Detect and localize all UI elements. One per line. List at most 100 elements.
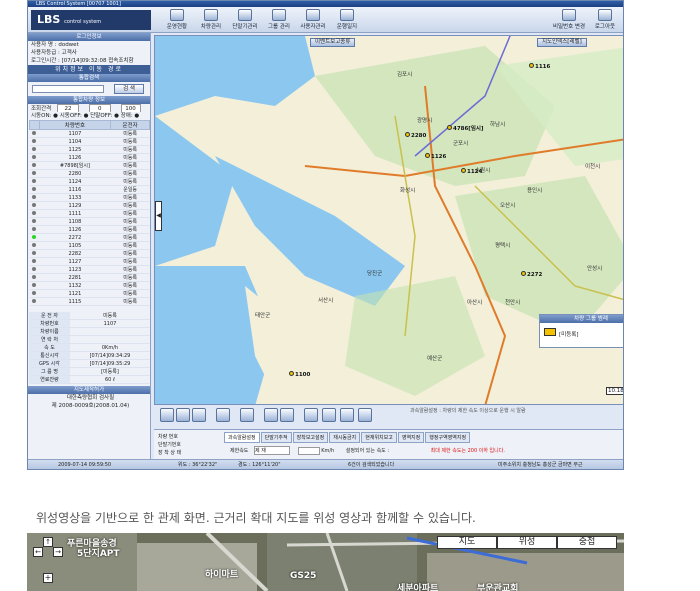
status-dot-icon (32, 298, 37, 303)
change-password-button[interactable]: 비밀번호 변경 (552, 9, 586, 31)
table-row[interactable]: 1116 운일등 (29, 185, 150, 194)
info-value: 60 ℓ (69, 375, 150, 384)
table-row[interactable]: 1127 미등록 (29, 257, 150, 266)
map-index-dropdown[interactable]: 지도인덱스[레벨] (537, 38, 587, 47)
table-row[interactable]: 1123 미등록 (29, 265, 150, 274)
zoom-out-icon[interactable] (176, 408, 190, 422)
search-input[interactable] (32, 85, 104, 93)
target-icon[interactable] (240, 408, 254, 422)
tool-drive-log[interactable]: 운행일지 (330, 9, 364, 31)
collapse-left-panel-button[interactable]: ◀ (155, 201, 162, 231)
speed-tab[interactable]: 행정구역영역지정 (425, 432, 471, 443)
table-row[interactable]: #7898[임시] 미등록 (29, 161, 150, 170)
table-row[interactable]: 2282 미등록 (29, 249, 150, 258)
vehicle-marker[interactable]: 1116 (529, 63, 550, 70)
speed-tab[interactable]: 과속알람설정 (224, 432, 260, 443)
pan-up-icon[interactable]: ↑ (43, 537, 53, 547)
screen-icon[interactable] (322, 408, 336, 422)
info-value (69, 335, 150, 344)
vehicle-marker[interactable]: 2272 (521, 271, 542, 278)
pan-left-icon[interactable]: ← (33, 547, 43, 557)
speed-tab[interactable]: 영역지정 (397, 432, 425, 443)
lbs-app-window: LBS Control System [00707 1001] LBS cont… (27, 0, 624, 470)
table-row[interactable]: 1126 미등록 (29, 153, 150, 162)
table-row[interactable]: 1133 미등록 (29, 193, 150, 202)
tool-user-management[interactable]: 사용자관리 (296, 9, 330, 31)
speed-tab[interactable]: 현재위치보고 (361, 432, 397, 443)
speed-settings-panel: 차량 번호 단말기번호 장 착 상 태 과속알람설정 단말기추적 장착보고설정 재시동… (154, 429, 623, 459)
search-button[interactable]: 검 색 (114, 84, 144, 94)
logout-button[interactable]: 로그아웃 (588, 9, 622, 31)
tool-vehicle-management[interactable]: 차량관리 (194, 9, 228, 31)
monitor-icon (170, 9, 184, 21)
table-row[interactable]: 1129 미등록 (29, 201, 150, 210)
table-row[interactable]: 1105 미등록 (29, 241, 150, 250)
table-row[interactable]: 2281 미등록 (29, 273, 150, 282)
select-icon[interactable] (216, 408, 230, 422)
speed-tab[interactable]: 단말기추적 (260, 432, 292, 443)
info-value (69, 327, 150, 336)
speed-tab[interactable]: 재시동금지 (329, 432, 361, 443)
interval-input-2[interactable]: 0 (88, 104, 111, 112)
limit-input[interactable] (297, 447, 320, 455)
pan-right-icon[interactable]: → (53, 547, 63, 557)
interval-input-3[interactable]: 100 (120, 104, 141, 112)
interval-input-1[interactable]: 22 (57, 104, 79, 112)
key-icon (562, 9, 576, 21)
vehicle-marker[interactable]: 1100 (289, 371, 310, 378)
zoom-area-icon[interactable] (192, 408, 206, 422)
zoom-in-icon[interactable]: + (43, 573, 53, 583)
layer-icon[interactable] (340, 408, 354, 422)
vehicle-marker[interactable]: 1126 (425, 153, 446, 160)
table-row[interactable]: 2272 미등록 (29, 233, 150, 242)
tool-device-management[interactable]: 단말기관리 (228, 9, 262, 31)
status-lat: 위도 : 36°22'32" (178, 462, 218, 468)
vehicle-marker[interactable]: 4786[임시] (447, 124, 483, 132)
table-row[interactable]: 1111 미등록 (29, 209, 150, 218)
table-row[interactable]: 1126 미등록 (29, 225, 150, 234)
map-tab-overlay[interactable]: 중첩 (557, 536, 617, 549)
limit-select[interactable]: 제 재 (254, 446, 290, 455)
table-row[interactable]: 1132 미등록 (29, 281, 150, 290)
status-dot-icon (32, 154, 37, 159)
vehicle-marker[interactable]: 1124 (461, 168, 482, 175)
table-row[interactable]: 1108 미등록 (29, 217, 150, 226)
info-row: 차량이름 (29, 327, 150, 336)
info-label: 그 룹 명 (29, 367, 70, 376)
sat-label: GS25 (290, 571, 317, 581)
monitor-header: 통합차량 정보 (28, 96, 150, 104)
map-pan-control[interactable]: ↑ ← → (33, 537, 63, 567)
status-legend: 시동ON: ● 시동OFF: ● 단말OFF: ● 장애: ● (31, 113, 140, 119)
driver-status: 미등록 (110, 257, 150, 266)
table-row[interactable]: 1121 미등록 (29, 289, 150, 298)
location-nav[interactable]: 위치정보 이동 경로 (28, 65, 150, 74)
driver-status: 미등록 (110, 161, 150, 170)
vehicle-number: 1126 (39, 225, 111, 234)
event-report-dropdown[interactable]: 이벤트보고종류 (310, 38, 356, 47)
info-value: [07/14]09:35:29 (69, 359, 150, 368)
grid-icon[interactable] (358, 408, 372, 422)
vehicle-marker[interactable]: 2280 (405, 132, 426, 139)
tool-group-management[interactable]: 그룹 관리 (262, 9, 296, 31)
speed-tab[interactable]: 장착보고설정 (292, 432, 329, 443)
zoom-in-icon[interactable] (160, 408, 174, 422)
print-icon[interactable] (264, 408, 278, 422)
table-row[interactable]: 2280 미등록 (29, 169, 150, 178)
table-row[interactable]: 1104 미등록 (29, 137, 150, 146)
table-row[interactable]: 1107 미등록 (29, 129, 150, 138)
status-dot-icon (32, 146, 37, 151)
map-tab-satellite[interactable]: 위성 (497, 536, 557, 549)
map-view[interactable]: 이벤트보고종류 지도인덱스[레벨] 김포시 하남시 광명시 군포시 오산시 수원… (154, 35, 623, 405)
record-icon[interactable] (280, 408, 294, 422)
tool-operation-status[interactable]: 운영현황 (160, 9, 194, 31)
status-dot-icon (32, 130, 37, 135)
map-tab-map[interactable]: 지도 (437, 536, 497, 549)
driver-status: 미등록 (110, 137, 150, 146)
info-label: 속 도 (29, 343, 70, 352)
table-row[interactable]: 1125 미등록 (29, 145, 150, 154)
table-row[interactable]: 1115 미등록 (29, 297, 150, 306)
satellite-view[interactable]: ↑ ← → + 푸른마을송경 5단지APT 하이마트 GS25 세분아파트 부운… (27, 533, 624, 591)
table-row[interactable]: 1124 미등록 (29, 177, 150, 186)
vehicle-number: 1125 (39, 145, 111, 154)
ruler-icon[interactable] (304, 408, 318, 422)
